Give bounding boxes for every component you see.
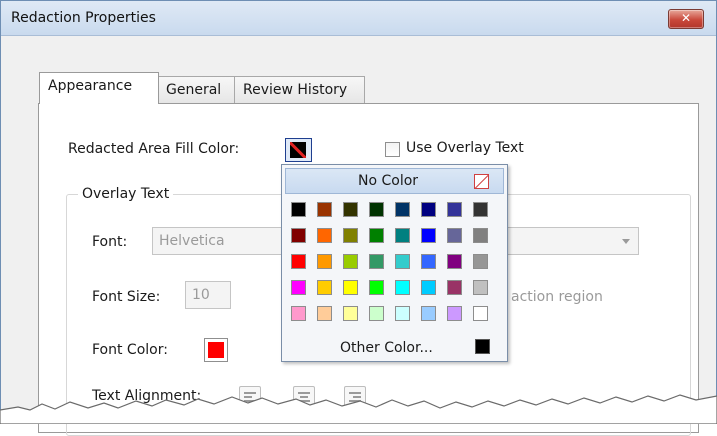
color-swatch[interactable] (473, 280, 488, 295)
color-swatch[interactable] (421, 280, 436, 295)
color-swatch[interactable] (421, 254, 436, 269)
font-size-value: 10 (192, 287, 210, 303)
tab-review-history[interactable]: Review History (234, 76, 365, 103)
color-swatch[interactable] (317, 202, 332, 217)
color-swatch[interactable] (447, 254, 462, 269)
color-swatch[interactable] (317, 254, 332, 269)
font-select-value: Helvetica (159, 233, 225, 249)
font-color-picker-button[interactable] (204, 338, 228, 362)
font-color-label: Font Color: (92, 342, 168, 358)
color-swatch[interactable] (317, 228, 332, 243)
color-swatch[interactable] (421, 202, 436, 217)
color-swatch[interactable] (317, 306, 332, 321)
no-color-swatch-icon (290, 142, 306, 158)
fill-color-label: Redacted Area Fill Color: (68, 141, 240, 157)
color-swatch[interactable] (343, 280, 358, 295)
other-color-option[interactable]: Other Color... (340, 340, 433, 356)
no-color-label: No Color (358, 173, 419, 189)
color-swatch[interactable] (395, 202, 410, 217)
close-x-icon: ✕ (680, 11, 692, 25)
color-swatch[interactable] (343, 202, 358, 217)
color-swatch[interactable] (343, 254, 358, 269)
tab-label: General (166, 82, 222, 98)
color-swatch[interactable] (343, 306, 358, 321)
color-swatch[interactable] (291, 254, 306, 269)
use-overlay-text-checkbox[interactable] (385, 142, 400, 157)
color-swatch[interactable] (473, 202, 488, 217)
color-swatch[interactable] (473, 306, 488, 321)
font-size-label: Font Size: (92, 289, 161, 305)
color-swatch[interactable] (369, 254, 384, 269)
color-swatch[interactable] (369, 228, 384, 243)
use-overlay-text-label[interactable]: Use Overlay Text (406, 140, 524, 156)
close-button[interactable]: ✕ (668, 9, 704, 29)
color-swatch[interactable] (369, 202, 384, 217)
color-swatch[interactable] (291, 280, 306, 295)
no-color-option[interactable]: No Color (285, 168, 504, 194)
color-swatch[interactable] (421, 306, 436, 321)
title-bar[interactable]: Redaction Properties ✕ (1, 1, 716, 36)
color-swatch[interactable] (369, 280, 384, 295)
color-swatch[interactable] (447, 280, 462, 295)
no-color-slash-icon (474, 174, 489, 189)
color-swatch[interactable] (421, 228, 436, 243)
color-swatch[interactable] (291, 202, 306, 217)
font-size-input[interactable]: 10 (185, 281, 231, 309)
overlay-text-group-label: Overlay Text (78, 186, 174, 202)
color-swatch[interactable] (395, 228, 410, 243)
redaction-properties-dialog: Redaction Properties ✕ Appearance Genera… (0, 0, 717, 436)
other-color-swatch (475, 339, 490, 354)
font-label: Font: (92, 234, 128, 250)
color-swatch[interactable] (395, 306, 410, 321)
color-swatch[interactable] (291, 306, 306, 321)
color-swatch[interactable] (447, 306, 462, 321)
color-swatch[interactable] (343, 228, 358, 243)
fill-color-picker-button[interactable] (285, 138, 312, 162)
color-swatch[interactable] (473, 254, 488, 269)
tab-label: Review History (243, 82, 348, 98)
color-swatch[interactable] (395, 254, 410, 269)
color-picker-popup: No Color Other Color... (281, 164, 508, 362)
color-swatch[interactable] (369, 306, 384, 321)
torn-paper-edge (0, 394, 717, 424)
color-swatch[interactable] (291, 228, 306, 243)
dialog-title: Redaction Properties (11, 10, 156, 26)
tab-general[interactable]: General (157, 76, 236, 103)
chevron-down-icon (622, 239, 630, 244)
color-swatch[interactable] (317, 280, 332, 295)
color-swatch[interactable] (447, 202, 462, 217)
tab-appearance[interactable]: Appearance (39, 72, 159, 104)
color-swatch[interactable] (447, 228, 462, 243)
color-swatch[interactable] (473, 228, 488, 243)
color-swatch[interactable] (395, 280, 410, 295)
font-color-swatch (208, 342, 224, 358)
tab-label: Appearance (48, 78, 133, 94)
partial-hint-text: action region (511, 289, 603, 305)
